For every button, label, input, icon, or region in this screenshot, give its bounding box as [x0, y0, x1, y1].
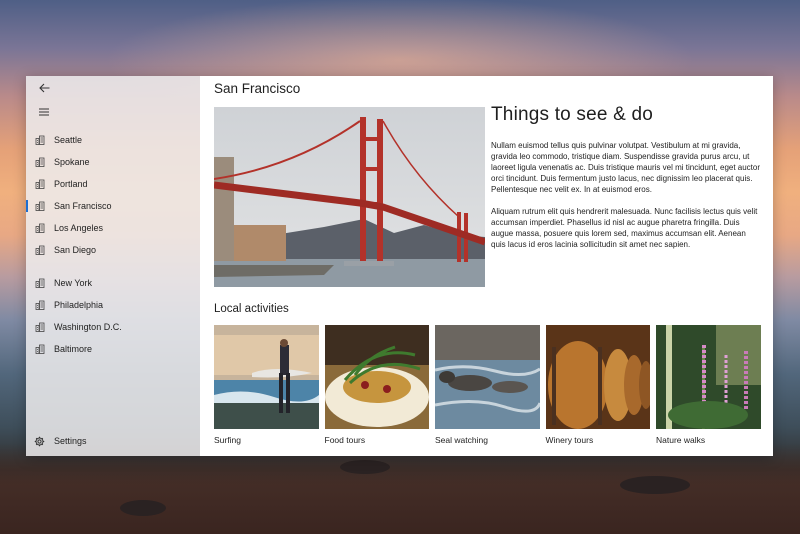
activity-label: Surfing [214, 435, 241, 445]
activity-label: Nature walks [656, 435, 706, 445]
nav-item-label: Spokane [54, 157, 90, 167]
city-buildings-icon [35, 223, 45, 233]
city-buildings-icon [35, 322, 45, 332]
nav-item-label: Seattle [54, 135, 83, 145]
city-buildings-icon [35, 300, 45, 310]
settings-button[interactable]: Settings [26, 430, 200, 452]
beach-rock [120, 500, 166, 516]
city-buildings-icon [35, 157, 45, 167]
title-bar [26, 76, 200, 100]
city-buildings-icon [35, 179, 45, 189]
beach-rock [340, 460, 390, 474]
city-buildings-icon [35, 278, 45, 288]
nav-item-label: San Diego [54, 245, 97, 255]
activity-tile-seal-watching[interactable]: Seal watching [435, 325, 540, 445]
nav-item-seattle[interactable]: Seattle [26, 129, 200, 151]
activity-tile-surfing[interactable]: Surfing [214, 325, 319, 445]
nav-item-label: Baltimore [54, 344, 93, 354]
city-buildings-icon [35, 135, 45, 145]
activity-label: Seal watching [435, 435, 488, 445]
activity-thumbnail [214, 325, 319, 429]
nav-list-west: Seattle Spokane Portland San Francisco Los A… [26, 129, 200, 261]
activity-label: Food tours [324, 435, 366, 445]
section-title-local-activities: Local activities [214, 303, 289, 315]
nav-item-label: Los Angeles [54, 223, 104, 233]
city-buildings-icon [35, 201, 45, 211]
nav-item-label: New York [54, 278, 93, 288]
nav-item-washington-d-c[interactable]: Washington D.C. [26, 316, 200, 338]
gear-icon [34, 436, 45, 447]
activity-tile-winery-tours[interactable]: Winery tours [545, 325, 650, 445]
nav-item-label: Portland [54, 179, 88, 189]
activity-thumbnail [545, 325, 650, 429]
nav-item-portland[interactable]: Portland [26, 173, 200, 195]
nav-item-label: Washington D.C. [54, 322, 122, 332]
activity-thumbnail [324, 325, 429, 429]
nav-item-san-diego[interactable]: San Diego [26, 239, 200, 261]
article-paragraph: Aliquam rutrum elit quis hendrerit males… [491, 207, 758, 249]
nav-item-label: San Francisco [54, 201, 112, 211]
navigation-pane: Seattle Spokane Portland San Francisco Los A… [26, 76, 200, 456]
activity-tile-nature-walks[interactable]: Nature walks [656, 325, 761, 445]
nav-item-los-angeles[interactable]: Los Angeles [26, 217, 200, 239]
article-title: Things to see & do [491, 104, 654, 125]
nav-item-new-york[interactable]: New York [26, 272, 200, 294]
activity-gallery: Surfing Food tours Seal watching Winery … [214, 325, 761, 445]
page-title: San Francisco [214, 81, 301, 96]
nav-list-east: New York Philadelphia Washington D.C. Balti… [26, 272, 200, 360]
city-buildings-icon [35, 245, 45, 255]
back-button[interactable] [35, 79, 53, 97]
activity-thumbnail [656, 325, 761, 429]
menu-button[interactable] [35, 103, 53, 121]
nav-item-san-francisco[interactable]: San Francisco [26, 195, 200, 217]
nav-item-label: Philadelphia [54, 300, 104, 310]
nav-item-spokane[interactable]: Spokane [26, 151, 200, 173]
nav-item-baltimore[interactable]: Baltimore [26, 338, 200, 360]
article-paragraph: Nullam euismod tellus quis pulvinar volu… [491, 141, 761, 194]
activity-label: Winery tours [545, 435, 594, 445]
city-buildings-icon [35, 344, 45, 354]
activity-tile-food-tours[interactable]: Food tours [324, 325, 429, 445]
back-arrow-icon [38, 83, 49, 93]
beach-rock [620, 476, 690, 494]
app-window: Seattle Spokane Portland San Francisco Los A… [26, 76, 773, 456]
content-area: San Francisco Things to see & do Nullam … [200, 76, 773, 456]
activity-thumbnail [435, 325, 540, 429]
hero-image-golden-gate-bridge [214, 107, 485, 287]
nav-group-separator [26, 261, 200, 272]
settings-label: Settings [54, 436, 87, 446]
hamburger-icon [39, 108, 49, 116]
nav-item-philadelphia[interactable]: Philadelphia [26, 294, 200, 316]
